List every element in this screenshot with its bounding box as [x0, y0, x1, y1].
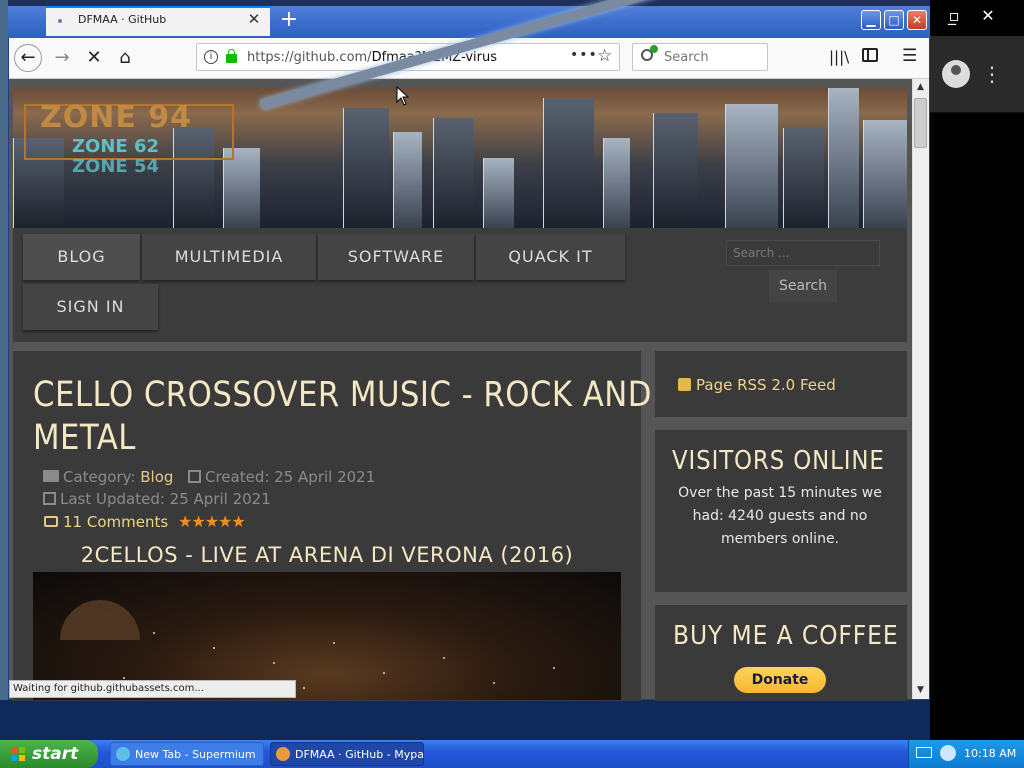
coffee-title: BUY ME A COFFEE: [673, 621, 899, 651]
search-engine-add-icon: [650, 45, 658, 53]
vertical-scrollbar[interactable]: [912, 79, 929, 699]
article-title-line2: METAL: [33, 418, 136, 458]
mypal-icon: [276, 747, 290, 761]
rss-icon: [678, 378, 691, 391]
supermium-icon: [116, 747, 130, 761]
page-actions-icon[interactable]: •••: [570, 47, 598, 63]
folder-icon: [43, 470, 59, 482]
kebab-menu-icon[interactable]: ⋮: [982, 60, 1002, 88]
taskbar-item-supermium[interactable]: New Tab - Supermium: [110, 742, 264, 766]
nav-multimedia[interactable]: MULTIMEDIA: [142, 234, 316, 280]
visitors-text: Over the past 15 minutes we had: 4240 gu…: [678, 485, 882, 547]
status-bar: Waiting for github.githubassets.com...: [9, 680, 296, 698]
star-rating[interactable]: ★★★★★: [178, 512, 246, 531]
tab-loading-icon: [58, 19, 62, 23]
desktop-strip: [0, 700, 1024, 740]
home-button[interactable]: ⌂: [111, 44, 139, 72]
library-icon[interactable]: |||\: [829, 48, 849, 66]
window-close-button[interactable]: ✕: [907, 10, 927, 30]
bookmark-star-icon[interactable]: ☆: [597, 46, 612, 66]
hamburger-menu-icon[interactable]: ☰: [902, 46, 917, 66]
window-minimize-button[interactable]: ▁: [861, 10, 881, 30]
profile-icon[interactable]: [942, 60, 970, 88]
site-search-placeholder: Search ...: [733, 246, 790, 260]
new-tab-icon[interactable]: +: [278, 9, 300, 31]
tab-close-icon[interactable]: ✕: [246, 11, 262, 27]
window-maximize-button[interactable]: □: [884, 10, 904, 30]
calendar-icon: [188, 470, 201, 483]
info-icon[interactable]: i: [204, 50, 218, 64]
comment-icon: [44, 516, 58, 527]
comments-link[interactable]: 11 Comments: [63, 513, 168, 531]
rss-feed-link[interactable]: Page RSS 2.0 Feed: [696, 376, 836, 394]
video-title: 2CELLOS - LIVE AT ARENA DI VERONA (2016): [80, 543, 574, 567]
site-logo[interactable]: ZONE 94: [40, 100, 192, 135]
site-search-button[interactable]: Search: [769, 270, 837, 302]
site-logo-sub1: ZONE 62: [72, 136, 160, 157]
nav-blog[interactable]: BLOG: [23, 234, 140, 280]
close-icon[interactable]: ✕: [976, 4, 1000, 28]
calendar-icon: [43, 492, 56, 505]
article-created: Created: 25 April 2021: [205, 468, 376, 486]
category-link[interactable]: Blog: [140, 468, 173, 486]
scroll-down-arrow-icon[interactable]: ▼: [913, 683, 928, 697]
mouse-cursor-icon: [396, 86, 410, 106]
tab-title: DFMAA · GitHub: [78, 13, 167, 26]
visitors-title: VISITORS ONLINE: [672, 446, 885, 476]
nav-software[interactable]: SOFTWARE: [318, 234, 474, 280]
maximize-icon[interactable]: ▫: [942, 4, 966, 28]
stop-loading-button[interactable]: ✕: [80, 44, 108, 72]
clock[interactable]: 10:18 AM: [964, 740, 1016, 768]
article-title-line1: CELLO CROSSOVER MUSIC - ROCK AND: [33, 375, 652, 415]
search-placeholder: Search: [664, 50, 709, 65]
background-window-edge: [0, 0, 8, 740]
back-button[interactable]: ←: [14, 44, 42, 72]
lock-icon[interactable]: [226, 49, 237, 63]
windows-logo-icon: [11, 747, 25, 761]
forward-button[interactable]: →: [48, 44, 76, 72]
network-icon[interactable]: [940, 745, 956, 761]
nav-sign-in[interactable]: SIGN IN: [23, 284, 158, 330]
keyboard-icon[interactable]: [916, 747, 932, 758]
taskbar-item-mypal[interactable]: DFMAA · GitHub - Mypal: [270, 742, 424, 766]
scrollbar-thumb[interactable]: [914, 98, 927, 148]
article-category: Category: Blog: [63, 468, 173, 486]
site-logo-sub2: ZONE 54: [72, 156, 160, 177]
sidebar-toggle-icon[interactable]: [862, 48, 878, 62]
category-label: Category:: [63, 468, 136, 486]
article-title[interactable]: CELLO CROSSOVER MUSIC - ROCK AND METAL: [33, 374, 651, 460]
donate-button[interactable]: Donate: [734, 667, 826, 693]
url-host: https://github.com/: [247, 50, 372, 65]
nav-quack-it[interactable]: QUACK IT: [476, 234, 625, 280]
article-updated: Last Updated: 25 April 2021: [60, 490, 271, 508]
start-label[interactable]: start: [32, 740, 78, 768]
scroll-up-arrow-icon[interactable]: ▲: [913, 80, 928, 94]
